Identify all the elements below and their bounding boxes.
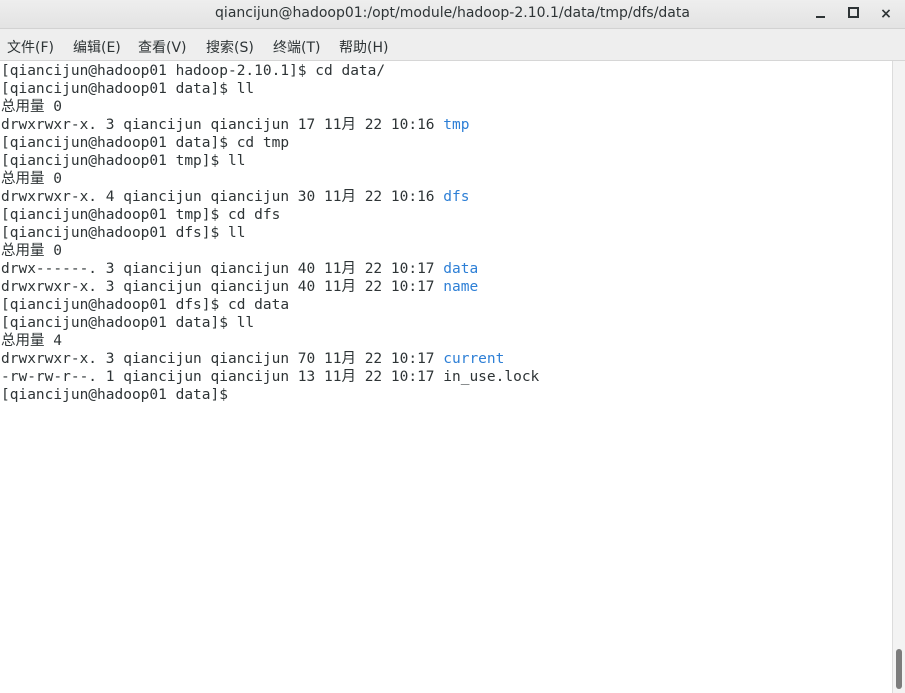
minimize-button[interactable] (809, 3, 831, 25)
close-button[interactable]: × (875, 3, 897, 25)
terminal-line: [qiancijun@hadoop01 data]$ cd tmp (1, 135, 290, 151)
window-title: qiancijun@hadoop01:/opt/module/hadoop-2.… (215, 5, 690, 21)
menu-search[interactable]: 搜索(S) (206, 37, 254, 57)
terminal-line: [qiancijun@hadoop01 tmp]$ cd dfs (1, 207, 281, 223)
terminal-line: 总用量 0 (1, 171, 62, 187)
menu-help[interactable]: 帮助(H) (339, 37, 388, 57)
directory-entry: tmp (443, 117, 470, 133)
menu-file[interactable]: 文件(F) (7, 37, 54, 57)
scrollbar-thumb[interactable] (896, 649, 902, 689)
maximize-button[interactable] (842, 3, 864, 25)
menu-view[interactable]: 查看(V) (138, 37, 187, 57)
terminal-line: [qiancijun@hadoop01 data]$ ll (1, 315, 255, 331)
terminal-window: qiancijun@hadoop01:/opt/module/hadoop-2.… (0, 0, 905, 693)
terminal-output[interactable]: [qiancijun@hadoop01 hadoop-2.10.1]$ cd d… (0, 61, 892, 693)
terminal-line: [qiancijun@hadoop01 dfs]$ cd data (1, 297, 290, 313)
terminal-line: [qiancijun@hadoop01 dfs]$ ll (1, 225, 246, 241)
close-icon: × (880, 6, 892, 22)
terminal-prompt-line[interactable]: [qiancijun@hadoop01 data]$ (1, 386, 245, 404)
terminal-line: -rw-rw-r--. 1 qiancijun qiancijun 13 11月… (1, 369, 540, 385)
directory-entry: name (443, 279, 479, 295)
directory-entry: data (443, 261, 479, 277)
terminal-line: 总用量 0 (1, 243, 62, 259)
terminal-line: [qiancijun@hadoop01 tmp]$ ll (1, 153, 246, 169)
title-bar[interactable]: qiancijun@hadoop01:/opt/module/hadoop-2.… (0, 0, 905, 29)
terminal-line: [qiancijun@hadoop01 hadoop-2.10.1]$ cd d… (1, 63, 386, 79)
terminal-line: 总用量 4 (1, 333, 62, 349)
maximize-icon (847, 6, 859, 18)
terminal-line: drwxrwxr-x. 3 qiancijun qiancijun 40 11月… (1, 279, 479, 295)
text-cursor (237, 387, 245, 403)
directory-entry: current (443, 351, 505, 367)
vertical-scrollbar[interactable] (892, 61, 905, 693)
terminal-line: drwxrwxr-x. 3 qiancijun qiancijun 17 11月… (1, 117, 470, 133)
menu-terminal[interactable]: 终端(T) (273, 37, 320, 57)
terminal-line: drwxrwxr-x. 3 qiancijun qiancijun 70 11月… (1, 351, 505, 367)
terminal-line: [qiancijun@hadoop01 data]$ ll (1, 81, 255, 97)
directory-entry: dfs (443, 189, 470, 205)
minimize-icon (815, 15, 825, 18)
terminal-line: drwx------. 3 qiancijun qiancijun 40 11月… (1, 261, 479, 277)
menu-bar: 文件(F) 编辑(E) 查看(V) 搜索(S) 终端(T) 帮助(H) (0, 29, 905, 61)
menu-edit[interactable]: 编辑(E) (73, 37, 121, 57)
terminal-line: drwxrwxr-x. 4 qiancijun qiancijun 30 11月… (1, 189, 470, 205)
terminal-line: 总用量 0 (1, 99, 62, 115)
